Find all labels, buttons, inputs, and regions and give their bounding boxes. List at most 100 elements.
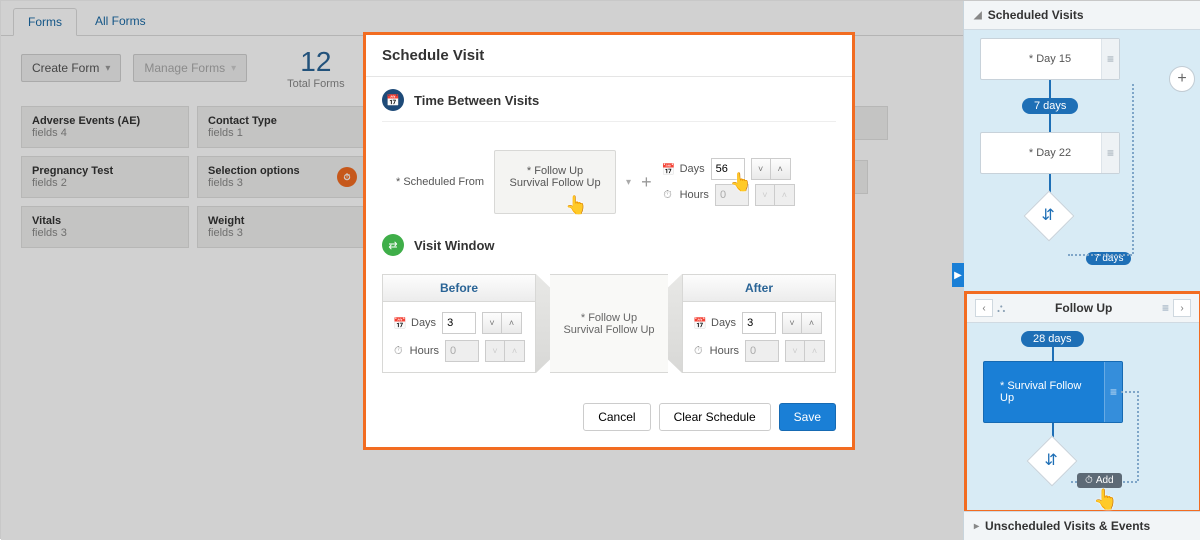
form-card-sub: fields 4 — [32, 127, 178, 139]
form-card-sub: fields 3 — [208, 177, 354, 189]
unscheduled-visits-header[interactable]: ▸ Unscheduled Visits & Events — [964, 511, 1200, 540]
dashed-connector — [1132, 84, 1134, 254]
clock-icon: ⏱ — [662, 189, 674, 202]
after-days-input[interactable] — [742, 312, 776, 334]
form-card-sub: fields 1 — [208, 127, 354, 139]
visit-card-line2: Up — [1000, 392, 1116, 404]
status-badge-icon: ⏱ — [337, 167, 357, 187]
clock-icon: ⏱ — [393, 345, 404, 358]
calendar-icon: 📅 — [382, 89, 404, 111]
cursor-hand-icon: 👆 — [1093, 487, 1118, 512]
visit-window-after: After 📅 Days ˅ ˄ ⏱ — [682, 274, 836, 373]
form-card[interactable]: Vitals fields 3 — [21, 206, 189, 248]
branch-node[interactable]: ⇵ — [1027, 436, 1078, 487]
form-card-title: Pregnancy Test — [32, 165, 178, 177]
form-card[interactable]: Pregnancy Test fields 2 — [21, 156, 189, 198]
scheduled-from-line1: * Follow Up — [505, 165, 605, 177]
form-card-title: Vitals — [32, 215, 178, 227]
duration-pill-28: 28 days — [1021, 331, 1084, 347]
menu-icon[interactable]: ≡ — [1104, 362, 1122, 422]
before-hours-up: ˄ — [505, 340, 525, 362]
hours-input — [715, 184, 749, 206]
visit-card-survival[interactable]: * Survival Follow Up ≡ — [983, 361, 1123, 423]
scheduled-from-line2: Survival Follow Up — [505, 177, 605, 189]
mid-line2: Survival Follow Up — [563, 324, 654, 336]
clock-icon: ⏱ — [693, 345, 704, 358]
after-hours-down: ˅ — [785, 340, 805, 362]
before-hours-down: ˅ — [485, 340, 505, 362]
before-days-up[interactable]: ˄ — [502, 312, 522, 334]
prev-button[interactable]: ‹ — [975, 299, 993, 317]
forms-count: 12 Total Forms — [287, 46, 344, 90]
follow-up-body: 28 days * Survival Follow Up ≡ ⇵ ⏱Add 👆 — [967, 323, 1199, 479]
add-visit-button[interactable]: + — [1169, 66, 1195, 92]
chevron-down-icon[interactable]: ▾ — [626, 177, 631, 188]
before-days-down[interactable]: ˅ — [482, 312, 502, 334]
scheduled-visits-header[interactable]: ◢ Scheduled Visits — [964, 1, 1200, 30]
scheduled-visits-body: + * Day 15 ≡ 7 days * Day 22 ≡ ⇵ 7 days — [964, 30, 1200, 290]
form-card[interactable]: Weight fields 3 — [197, 206, 365, 248]
next-button[interactable]: › — [1173, 299, 1191, 317]
scheduled-visits-title: Scheduled Visits — [988, 8, 1084, 22]
before-days-input[interactable] — [442, 312, 476, 334]
hours-label: Hours — [680, 189, 709, 201]
tab-forms[interactable]: Forms — [13, 8, 77, 36]
days-label: Days — [680, 163, 705, 175]
after-days-up[interactable]: ˄ — [802, 312, 822, 334]
visit-card-day15[interactable]: * Day 15 ≡ — [980, 38, 1120, 80]
time-offset-inputs: 📅 Days ˅ ˄ ⏱ Hours ˅ — [662, 158, 795, 206]
create-form-label: Create Form — [32, 61, 99, 75]
days-step-up[interactable]: ˄ — [771, 158, 791, 180]
cancel-button[interactable]: Cancel — [583, 403, 650, 431]
connector-line — [1049, 114, 1051, 132]
menu-icon[interactable]: ≡ — [1162, 301, 1169, 315]
form-card-sub: fields 3 — [208, 227, 354, 239]
form-card[interactable]: Adverse Events (AE) fields 4 — [21, 106, 189, 148]
modal-title: Schedule Visit — [366, 35, 852, 77]
clear-schedule-button[interactable]: Clear Schedule — [659, 403, 771, 431]
menu-icon[interactable]: ≡ — [1101, 133, 1119, 173]
create-form-button[interactable]: Create Form ▾ — [21, 54, 121, 82]
visit-card-label: * Day 22 — [1029, 147, 1071, 159]
dashed-connector — [1121, 391, 1139, 393]
before-header: Before — [383, 275, 535, 302]
caret-right-icon: ▸ — [974, 521, 979, 532]
section-time-between: 📅 Time Between Visits * Scheduled From *… — [366, 77, 852, 230]
mid-line1: * Follow Up — [563, 312, 654, 324]
right-panel: ◢ Scheduled Visits + * Day 15 ≡ 7 days *… — [963, 1, 1200, 540]
visit-card-label: * Day 15 — [1029, 53, 1071, 65]
days-label: Days — [411, 317, 436, 329]
cursor-hand-icon: 👆 — [565, 195, 587, 216]
days-step-down[interactable]: ˅ — [751, 158, 771, 180]
follow-up-panel: ‹ ⛬ Follow Up ≡ › 28 days * Survival Fol… — [964, 291, 1200, 513]
visit-window-row: Before 📅 Days ˅ ˄ ⏱ — [382, 274, 836, 373]
panel-expand-tab[interactable]: ▶ — [952, 263, 964, 287]
form-card-title: Adverse Events (AE) — [32, 115, 178, 127]
connector-line — [1052, 347, 1054, 361]
form-card-title: Contact Type — [208, 115, 354, 127]
visit-window-mid: * Follow Up Survival Follow Up — [550, 274, 667, 373]
chevron-down-icon: ▾ — [105, 63, 110, 74]
days-input[interactable] — [711, 158, 745, 180]
scheduled-from-label: * Scheduled From — [396, 176, 484, 188]
forms-count-number: 12 — [287, 46, 344, 78]
calendar-small-icon: 📅 — [693, 317, 705, 330]
form-card[interactable]: Contact Type fields 1 — [197, 106, 365, 148]
branch-node[interactable]: ⇵ — [1024, 191, 1075, 242]
tab-all-forms[interactable]: All Forms — [81, 8, 160, 34]
hours-step-down: ˅ — [755, 184, 775, 206]
scheduled-from-select[interactable]: * Follow Up Survival Follow Up 👆 — [494, 150, 616, 214]
hours-step-up: ˄ — [775, 184, 795, 206]
visit-window-before: Before 📅 Days ˅ ˄ ⏱ — [382, 274, 536, 373]
hours-label: Hours — [710, 345, 739, 357]
caret-down-icon: ◢ — [974, 10, 982, 21]
calendar-small-icon: 📅 — [662, 163, 674, 176]
form-card-sub: fields 3 — [32, 227, 178, 239]
manage-forms-button[interactable]: Manage Forms ▾ — [133, 54, 247, 82]
after-days-down[interactable]: ˅ — [782, 312, 802, 334]
visit-card-day22[interactable]: * Day 22 ≡ — [980, 132, 1120, 174]
menu-icon[interactable]: ≡ — [1101, 39, 1119, 79]
clock-icon: ⏱ — [1085, 475, 1093, 486]
add-badge[interactable]: ⏱Add — [1077, 473, 1122, 488]
save-button[interactable]: Save — [779, 403, 836, 431]
